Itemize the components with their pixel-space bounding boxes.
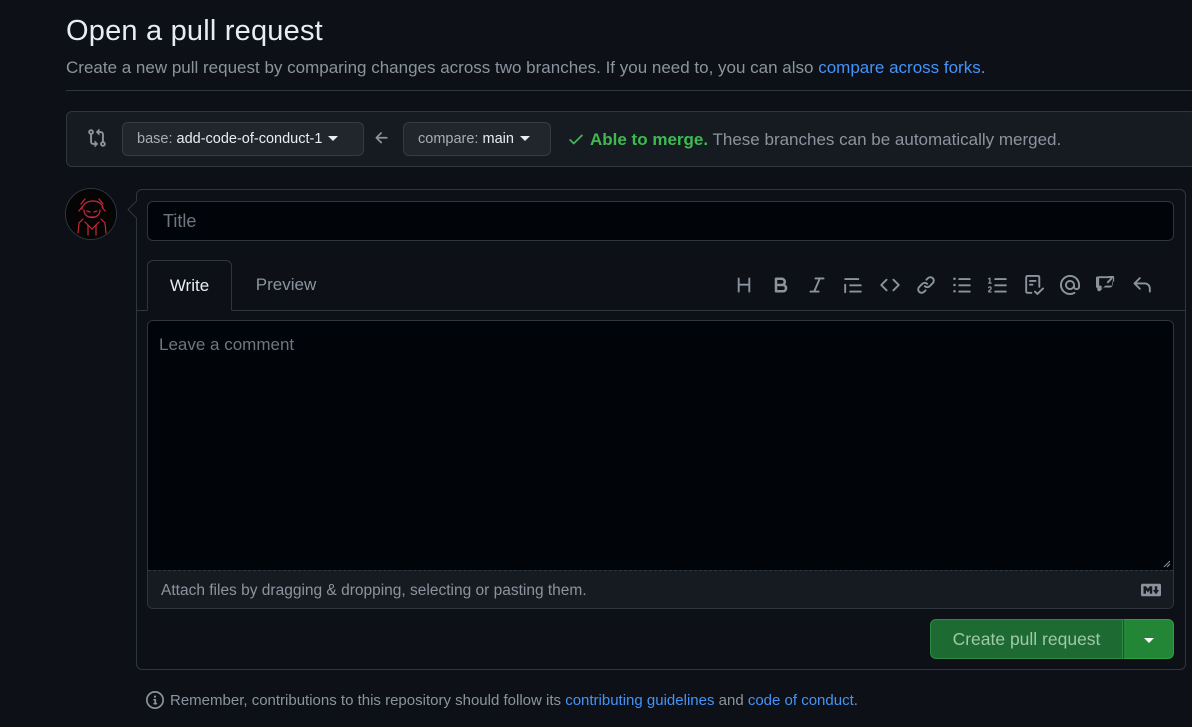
footnote-and: and: [714, 692, 748, 709]
code-of-conduct-link[interactable]: code of conduct: [748, 692, 854, 709]
tab-write[interactable]: Write: [147, 260, 232, 311]
arrow-left-icon: [375, 132, 388, 144]
compare-branch-name: main: [482, 131, 514, 147]
base-branch-select[interactable]: base: add-code-of-conduct-1: [122, 122, 364, 156]
page-title: Open a pull request: [66, 15, 323, 47]
unordered-list-icon[interactable]: [951, 274, 973, 296]
title-input[interactable]: [147, 201, 1174, 241]
merge-status: Able to merge. These branches can be aut…: [567, 130, 1061, 150]
task-list-icon[interactable]: [1023, 274, 1045, 296]
file-attachment-bar[interactable]: Attach files by dragging & dropping, sel…: [148, 570, 1173, 608]
compare-across-forks-link[interactable]: compare across forks: [818, 58, 981, 77]
info-icon: [146, 691, 164, 709]
avatar-image: [66, 189, 116, 239]
comment-editor: Attach files by dragging & dropping, sel…: [147, 320, 1174, 609]
branch-range-editor: base: add-code-of-conduct-1 compare: mai…: [66, 111, 1192, 167]
subtitle-suffix: .: [980, 58, 986, 77]
base-branch-name: add-code-of-conduct-1: [176, 131, 323, 147]
title-divider: [66, 90, 1192, 91]
new-pr-form: Write Preview Attach files by dragging &…: [127, 189, 1186, 670]
attach-files-text: Attach files by dragging & dropping, sel…: [161, 582, 587, 599]
chevron-down-icon: [519, 135, 530, 141]
quote-icon[interactable]: [842, 274, 864, 296]
reply-icon[interactable]: [1131, 274, 1153, 296]
chevron-down-icon: [328, 135, 339, 141]
cross-reference-icon[interactable]: [1095, 274, 1117, 296]
base-label: base:: [137, 131, 173, 147]
git-compare-icon: [88, 128, 106, 148]
chevron-down-icon: [1144, 638, 1154, 643]
link-icon[interactable]: [915, 274, 937, 296]
merge-status-text: These branches can be automatically merg…: [712, 130, 1062, 149]
comment-box-pointer: [127, 200, 146, 219]
italic-icon[interactable]: [806, 274, 828, 296]
check-icon: [569, 134, 583, 145]
left-gutter: [0, 0, 42, 727]
footnote-suffix: .: [853, 692, 858, 709]
compare-label: compare:: [418, 131, 479, 147]
ordered-list-icon[interactable]: [987, 274, 1009, 296]
compare-branch-select[interactable]: compare: main: [403, 122, 551, 156]
contributing-guidelines-link[interactable]: contributing guidelines: [565, 692, 714, 709]
create-pull-request-button[interactable]: Create pull request: [930, 619, 1123, 659]
comment-textarea[interactable]: [148, 321, 1173, 570]
resize-handle-icon[interactable]: [1162, 559, 1171, 568]
heading-icon[interactable]: [733, 274, 755, 296]
tabs-divider: [137, 310, 1185, 311]
contribution-footnote: Remember, contributions to this reposito…: [146, 691, 858, 709]
mention-icon[interactable]: [1059, 274, 1081, 296]
tab-preview[interactable]: Preview: [241, 260, 331, 311]
footnote-text: Remember, contributions to this reposito…: [170, 692, 566, 709]
submit-button-group: Create pull request: [930, 619, 1175, 659]
subtitle-text: Create a new pull request by comparing c…: [66, 58, 819, 77]
bold-icon[interactable]: [770, 274, 792, 296]
avatar[interactable]: [65, 188, 117, 240]
page-subtitle: Create a new pull request by comparing c…: [66, 58, 985, 78]
code-icon[interactable]: [879, 274, 901, 296]
create-options-dropdown-button[interactable]: [1123, 619, 1174, 659]
merge-status-strong: Able to merge.: [590, 130, 709, 149]
markdown-icon[interactable]: [1141, 583, 1161, 597]
